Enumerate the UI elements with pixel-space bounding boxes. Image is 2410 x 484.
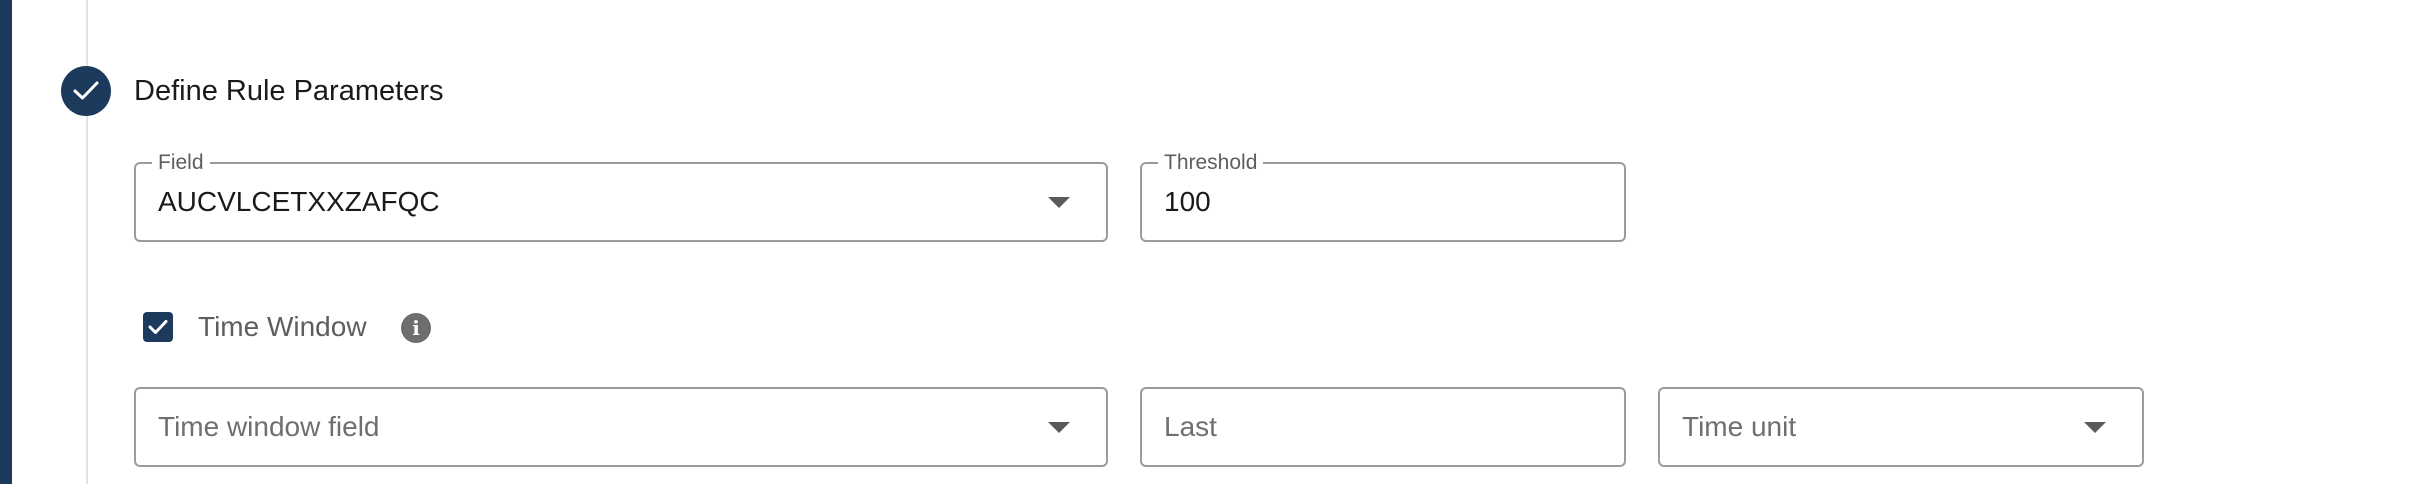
last-input-placeholder: Last bbox=[1164, 411, 1217, 442]
info-icon[interactable]: i bbox=[401, 313, 431, 343]
time-unit-placeholder: Time unit bbox=[1682, 411, 1797, 442]
rule-wizard-page: Define Rule Parameters Field AUCVLCETXXZ… bbox=[0, 0, 2410, 484]
time-window-label[interactable]: Time Window bbox=[198, 308, 367, 346]
field-select-value: AUCVLCETXXZAFQC bbox=[158, 186, 440, 217]
threshold-input[interactable]: Threshold 100 bbox=[1140, 151, 1626, 242]
check-icon bbox=[73, 81, 99, 100]
left-sidebar-edge bbox=[0, 0, 12, 484]
time-window-checkbox[interactable] bbox=[143, 312, 173, 342]
threshold-input-value: 100 bbox=[1164, 186, 1211, 217]
time-window-field-placeholder: Time window field bbox=[158, 411, 380, 442]
time-window-field-select[interactable]: Time window field bbox=[134, 387, 1108, 467]
time-unit-select[interactable]: Time unit bbox=[1658, 387, 2144, 467]
last-input[interactable]: Last bbox=[1140, 387, 1626, 467]
step-title: Define Rule Parameters bbox=[134, 75, 444, 107]
field-select[interactable]: Field AUCVLCETXXZAFQC bbox=[134, 151, 1108, 242]
checkmark-icon bbox=[148, 320, 168, 334]
chevron-down-icon[interactable] bbox=[1048, 422, 1070, 433]
chevron-down-icon[interactable] bbox=[2084, 422, 2106, 433]
step-complete-indicator bbox=[61, 66, 111, 116]
chevron-down-icon[interactable] bbox=[1048, 197, 1070, 208]
